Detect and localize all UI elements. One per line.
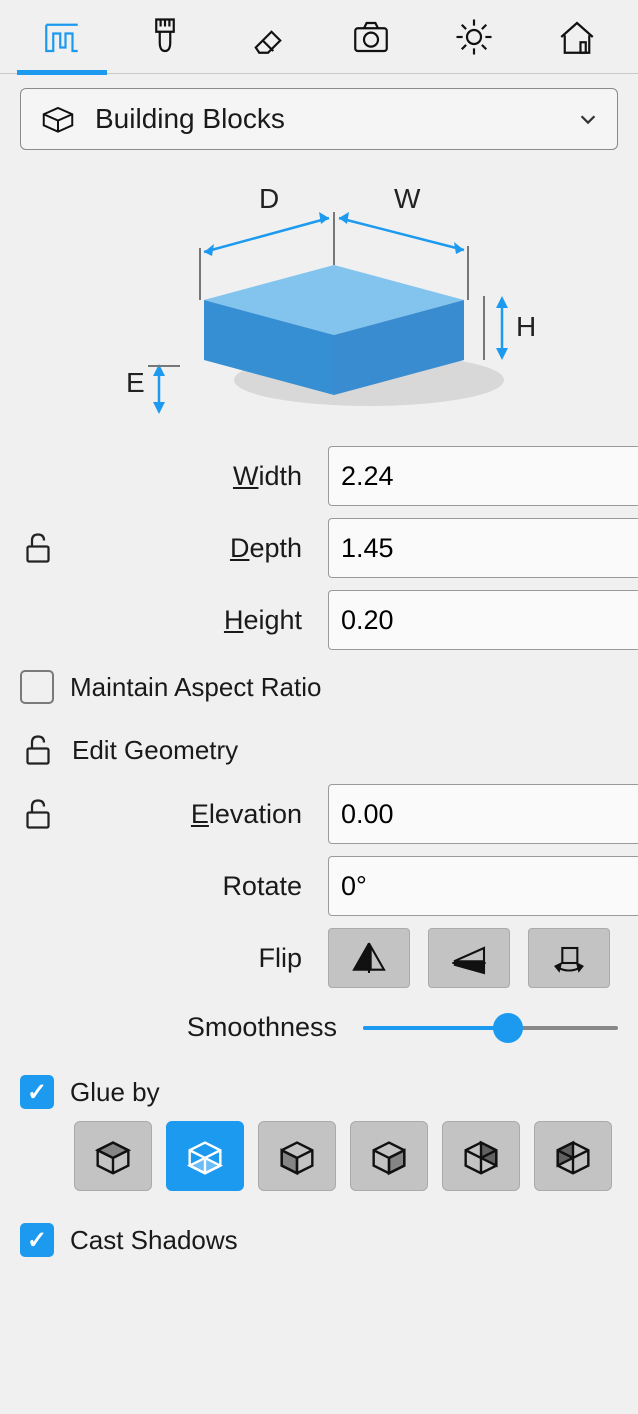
diagram-label-d: D	[259, 183, 279, 214]
smoothness-label: Smoothness	[82, 1012, 351, 1043]
diagram-label-h: H	[516, 311, 536, 342]
top-tab-strip	[0, 0, 638, 74]
height-input[interactable]	[328, 590, 638, 650]
cube-back-icon	[458, 1133, 504, 1179]
tab-camera[interactable]	[326, 0, 416, 74]
caliper-icon	[41, 16, 83, 58]
depth-input[interactable]	[328, 518, 638, 578]
row-depth: Depth − +	[0, 512, 638, 584]
flip-rotate[interactable]	[528, 928, 610, 988]
edit-geometry-label: Edit Geometry	[72, 735, 238, 766]
tab-paint[interactable]	[120, 0, 210, 74]
elevation-label: Elevation	[82, 799, 316, 830]
cube-icon	[90, 1133, 136, 1179]
cube-bottom-icon	[182, 1133, 228, 1179]
glue-mode-2[interactable]	[258, 1121, 336, 1191]
glue-by-label: Glue by	[70, 1077, 160, 1108]
brush-icon	[144, 16, 186, 58]
unlock-icon[interactable]	[20, 530, 56, 566]
dropdown-label: Building Blocks	[95, 103, 559, 135]
tab-house[interactable]	[532, 0, 622, 74]
tab-erase[interactable]	[223, 0, 313, 74]
row-smoothness: Smoothness	[0, 994, 638, 1061]
row-flip: Flip	[0, 922, 638, 994]
glue-by-row: Glue by	[0, 1061, 638, 1113]
elevation-input[interactable]	[328, 784, 638, 844]
cast-shadows-row: Cast Shadows	[0, 1209, 638, 1271]
cube-right-icon	[366, 1133, 412, 1179]
width-label: Width	[82, 461, 316, 492]
maintain-aspect-checkbox[interactable]	[20, 670, 54, 704]
height-label: Height	[82, 605, 316, 636]
flip-horizontal[interactable]	[328, 928, 410, 988]
house-icon	[556, 16, 598, 58]
cube-front-icon	[550, 1133, 596, 1179]
eraser-icon	[247, 16, 289, 58]
block-icon	[39, 100, 77, 138]
cast-shadows-label: Cast Shadows	[70, 1225, 238, 1256]
slider-thumb[interactable]	[493, 1013, 523, 1043]
unlock-icon[interactable]	[20, 732, 56, 768]
unlock-icon[interactable]	[20, 796, 56, 832]
edit-geometry-row: Edit Geometry	[0, 718, 638, 778]
smoothness-slider[interactable]	[363, 1013, 618, 1043]
camera-icon	[350, 16, 392, 58]
glue-mode-1[interactable]	[166, 1121, 244, 1191]
flip-v-icon	[447, 938, 491, 978]
row-rotate: Rotate	[0, 850, 638, 922]
maintain-aspect-label: Maintain Aspect Ratio	[70, 672, 321, 703]
glue-mode-5[interactable]	[534, 1121, 612, 1191]
cube-left-icon	[274, 1133, 320, 1179]
glue-mode-0[interactable]	[74, 1121, 152, 1191]
tab-dimensions[interactable]	[17, 0, 107, 74]
rotate-face-icon	[547, 938, 591, 978]
flip-vertical[interactable]	[428, 928, 510, 988]
glue-mode-4[interactable]	[442, 1121, 520, 1191]
row-elevation: Elevation − +	[0, 778, 638, 850]
chevron-down-icon	[577, 108, 599, 130]
rotate-input[interactable]	[328, 856, 638, 916]
diagram-label-e: E	[126, 367, 145, 398]
depth-label: Depth	[82, 533, 316, 564]
dimension-diagram: W D H E	[0, 160, 638, 440]
flip-h-icon	[347, 938, 391, 978]
glue-mode-3[interactable]	[350, 1121, 428, 1191]
rotate-label: Rotate	[82, 871, 316, 902]
shape-dropdown[interactable]: Building Blocks	[20, 88, 618, 150]
row-height: Height − +	[0, 584, 638, 656]
width-input[interactable]	[328, 446, 638, 506]
diagram-label-w: W	[394, 183, 421, 214]
flip-label: Flip	[82, 943, 316, 974]
sun-icon	[453, 16, 495, 58]
tab-lighting[interactable]	[429, 0, 519, 74]
maintain-aspect-row: Maintain Aspect Ratio	[0, 656, 638, 718]
cast-shadows-checkbox[interactable]	[20, 1223, 54, 1257]
glue-mode-grid	[0, 1113, 638, 1209]
glue-by-checkbox[interactable]	[20, 1075, 54, 1109]
row-width: Width − +	[0, 440, 638, 512]
